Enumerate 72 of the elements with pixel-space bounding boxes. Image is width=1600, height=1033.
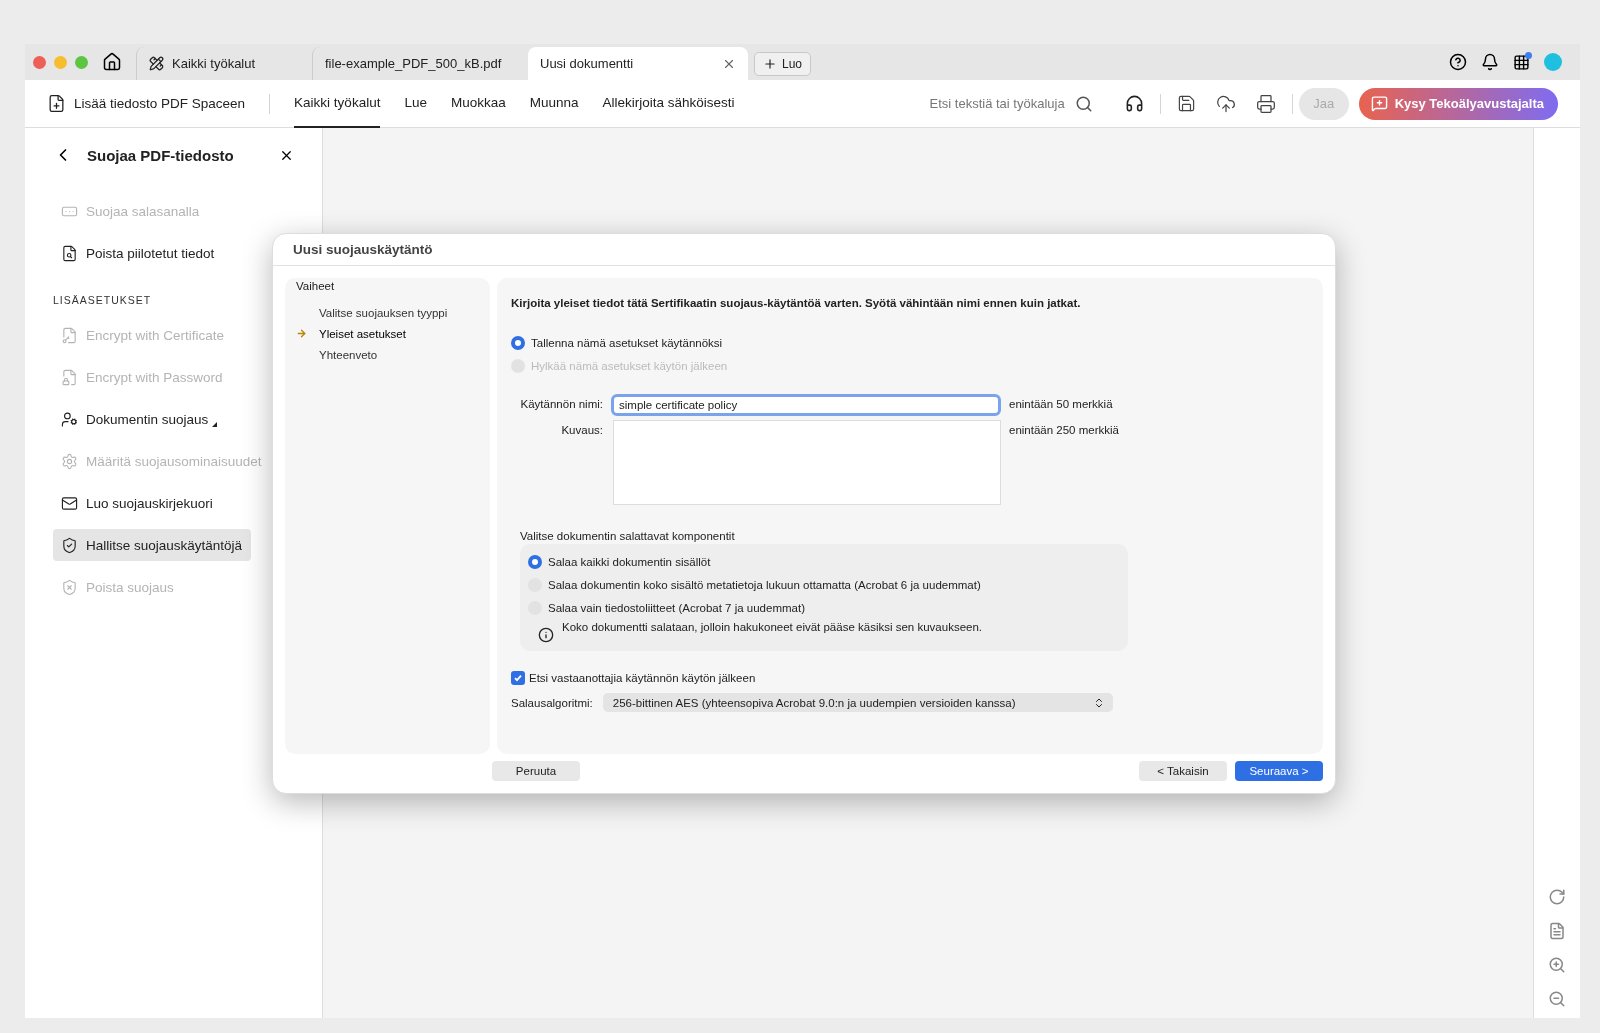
help-icon[interactable] — [1449, 53, 1467, 71]
search-icon[interactable] — [1074, 94, 1093, 113]
sidebar-item[interactable]: Luo suojauskirjekuori — [53, 487, 294, 519]
step-label: Valitse suojauksen tyyppi — [319, 306, 448, 319]
arrow-icon — [296, 328, 307, 339]
cloud-upload-icon[interactable] — [1215, 93, 1236, 114]
document-search-icon — [61, 244, 78, 262]
back-button[interactable]: < Takaisin — [1139, 761, 1227, 781]
gear-icon — [61, 452, 78, 470]
rotate-icon[interactable] — [1548, 888, 1566, 906]
plus-icon — [763, 56, 777, 71]
panel-title: Suojaa PDF-tiedosto — [87, 146, 235, 164]
field-hint: enintään 50 merkkiä — [1009, 397, 1114, 410]
printer-icon[interactable] — [1255, 93, 1276, 114]
info-icon — [538, 627, 554, 643]
document-plus-icon — [47, 94, 66, 113]
nav-tab[interactable]: Lue — [404, 79, 427, 128]
next-button[interactable]: Seuraava > — [1235, 761, 1323, 781]
document-icon[interactable] — [1548, 922, 1566, 940]
radio-option[interactable]: Salaa dokumentin koko sisältö metatietoja lukuun ottamatta (Acrobat 6 ja uudemmat) — [528, 573, 1120, 596]
nav-tab[interactable]: Muunna — [529, 79, 579, 128]
sidebar-item[interactable]: Hallitse suojauskäytäntöjä — [53, 529, 251, 561]
zoom-in-icon[interactable] — [1548, 956, 1566, 974]
name-field[interactable]: simple certificate policy — [611, 394, 1001, 416]
home-icon[interactable] — [102, 52, 122, 72]
headphones-icon[interactable] — [1124, 94, 1144, 113]
document-lock-icon — [61, 368, 78, 386]
radio-icon[interactable] — [511, 335, 525, 350]
radio-option[interactable]: Tallenna nämä asetukset käytännöksi — [511, 331, 1309, 354]
section-heading: LISÄASETUKSET — [53, 294, 153, 306]
checkmark-icon — [513, 673, 523, 683]
radio-option[interactable]: Salaa vain tiedostoliitteet (Acrobat 7 ja uudemmat) — [528, 596, 1120, 619]
field-hint: enintään 250 merkkiä — [1009, 423, 1120, 436]
nav-tab[interactable]: Allekirjoita sähköisesti — [602, 79, 735, 128]
apps-grid-icon[interactable] — [1513, 53, 1530, 71]
sidebar-item[interactable]: Dokumentin suojaus — [53, 403, 294, 435]
description-field[interactable] — [613, 420, 1001, 505]
new-button[interactable]: Luo — [754, 51, 812, 76]
envelope-icon — [61, 494, 78, 512]
algorithm-select[interactable]: 256-bittinen AES (yhteensopiva Acrobat 9.0:n ja uudempien versioiden kanssa) — [602, 693, 1113, 712]
add-file-button[interactable]: Lisää tiedosto PDF Spaceen — [47, 94, 246, 113]
tab[interactable]: Kaikki työkalut — [136, 47, 306, 80]
close-window-icon[interactable] — [33, 55, 46, 69]
instruction-text: Kirjoita yleiset tiedot tätä Sertifikaatin suojaus-käytäntöä varten. Syötä vähintään nimi ennen kuin jatkat. — [511, 297, 1082, 309]
steps-heading: Vaiheet — [296, 279, 336, 294]
field-label: Kuvaus: — [560, 423, 603, 436]
user-settings-icon — [61, 410, 78, 428]
save-icon[interactable] — [1176, 94, 1196, 113]
zoom-out-icon[interactable] — [1548, 990, 1566, 1008]
shield-check-icon — [61, 536, 78, 554]
step-label: Yleiset asetukset — [319, 327, 406, 340]
checkbox[interactable] — [511, 671, 525, 685]
radio-icon[interactable] — [528, 554, 542, 569]
cancel-button[interactable]: Peruuta — [492, 761, 580, 781]
field-label: Salausalgoritmi: — [511, 696, 593, 709]
radio-option[interactable]: Salaa kaikki dokumentin sisällöt — [528, 550, 1120, 573]
field-label: Käytännön nimi: — [519, 397, 603, 410]
shield-x-icon — [61, 578, 78, 596]
tab[interactable]: file-example_PDF_500_kB.pdf — [312, 47, 522, 80]
group-heading: Valitse dokumentin salattavat komponentit — [520, 530, 736, 542]
info-text: Koko dokumentti salataan, jolloin hakukoneet eivät pääse käsiksi sen kuvaukseen. — [562, 621, 982, 633]
tools-icon — [149, 56, 164, 71]
nav-tab[interactable]: Muokkaa — [450, 79, 506, 128]
dialog-title: Uusi suojauskäytäntö — [273, 234, 1335, 266]
ai-assistant-button[interactable]: Kysy Tekoälyavustajalta — [1358, 87, 1558, 120]
chat-icon — [1370, 95, 1388, 112]
checkbox-label: Etsi vastaanottajia käytännön käytön jälkeen — [529, 672, 756, 684]
step-label: Yhteenveto — [319, 348, 378, 361]
tab[interactable]: Uusi dokumentti — [528, 47, 748, 80]
document-key-icon — [61, 326, 78, 344]
bell-icon[interactable] — [1481, 53, 1499, 71]
checkbox-option[interactable]: Etsi vastaanottajia käytännön käytön jälkeen — [511, 671, 1309, 685]
